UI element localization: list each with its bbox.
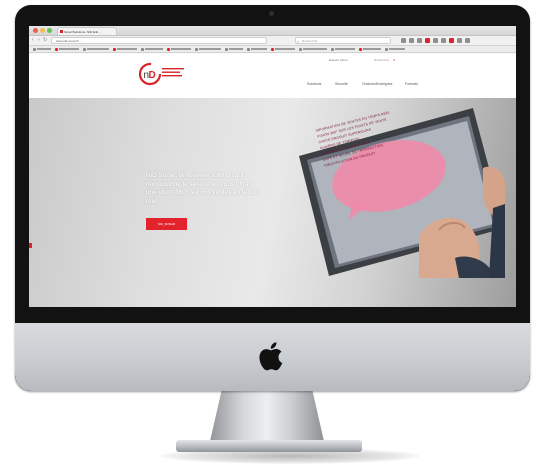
- screen: Sonar/Solutions- NiD Enh... ‹ › ↻ www.ni…: [29, 26, 516, 307]
- extension-icon[interactable]: [425, 38, 430, 43]
- search-icon[interactable]: ⌕: [393, 57, 395, 62]
- forward-icon[interactable]: ›: [38, 37, 40, 44]
- browser-search-field[interactable]: ⌕ Rechercher: [295, 37, 391, 44]
- browser-toolbar: ‹ › ↻ www.nid-sonar.fr/... ⌕ Rechercher: [29, 36, 516, 46]
- camera-dot: [269, 11, 274, 16]
- bookmark-item[interactable]: [55, 46, 79, 52]
- bookmark-item[interactable]: [271, 46, 295, 52]
- monitor-stand-foot: [176, 440, 362, 452]
- bookmark-item[interactable]: [83, 46, 109, 52]
- favicon-icon: [60, 30, 63, 33]
- svg-text:D: D: [149, 70, 156, 81]
- bookmark-item[interactable]: [225, 46, 243, 52]
- bookmark-item[interactable]: [195, 46, 221, 52]
- apple-logo-icon: [259, 342, 283, 371]
- extension-icon[interactable]: [441, 38, 446, 43]
- nid-logo[interactable]: n D: [139, 61, 219, 87]
- nav-item-solutions[interactable]: Solutions: [307, 82, 321, 86]
- back-icon[interactable]: ‹: [32, 37, 34, 44]
- bookmark-item[interactable]: [385, 46, 405, 52]
- scroll-marker: [29, 243, 32, 248]
- bookmark-item[interactable]: [141, 46, 163, 52]
- minimize-window-button[interactable]: [40, 28, 45, 33]
- toolbar-extension-icons: [401, 38, 513, 43]
- hero-cta-button[interactable]: NiD_SONAR: [146, 218, 187, 230]
- browser-tab[interactable]: Sonar/Solutions- NiD Enh...: [57, 27, 117, 35]
- address-bar[interactable]: www.nid-sonar.fr/...: [51, 37, 267, 44]
- search-placeholder: Rechercher: [302, 39, 318, 43]
- bookmarks-bar: [29, 46, 516, 53]
- extension-icon[interactable]: [417, 38, 422, 43]
- tab-title: Sonar/Solutions- NiD Enh...: [64, 30, 101, 34]
- bookmark-item[interactable]: [331, 46, 355, 52]
- bookmark-item[interactable]: [113, 46, 137, 52]
- nav-item-formats[interactable]: Formats: [405, 82, 418, 86]
- maximize-window-button[interactable]: [47, 28, 52, 33]
- browser-tab-bar: Sonar/Solutions- NiD Enh...: [29, 26, 516, 36]
- close-window-button[interactable]: [33, 28, 38, 33]
- site-header: n D Espace Client Rechercher ⌕ Solutions…: [29, 54, 516, 98]
- bookmark-item[interactable]: [299, 46, 327, 52]
- nav-item-securite[interactable]: Sécurité: [335, 82, 348, 86]
- extension-icon[interactable]: [457, 38, 462, 43]
- search-link[interactable]: Rechercher: [374, 58, 390, 62]
- extension-icon[interactable]: [401, 38, 406, 43]
- menu-icon[interactable]: [465, 38, 470, 43]
- bookmark-item[interactable]: [167, 46, 191, 52]
- nav-item-chaines[interactable]: Chaînes/Enseignes: [362, 82, 392, 86]
- extension-icon[interactable]: [409, 38, 414, 43]
- imac-monitor: Sonar/Solutions- NiD Enh... ‹ › ↻ www.ni…: [15, 5, 530, 391]
- monitor-chin: [15, 323, 530, 391]
- search-icon: ⌕: [297, 39, 300, 44]
- hero-banner: Information de ventes en temps réel Visi…: [29, 98, 516, 307]
- reload-icon[interactable]: ↻: [43, 37, 47, 44]
- bookmark-item[interactable]: [247, 46, 267, 52]
- extension-icon[interactable]: [433, 38, 438, 43]
- bookmark-item[interactable]: [33, 46, 51, 52]
- client-area-link[interactable]: Espace Client: [329, 58, 348, 62]
- hero-headline: NiD Sonar, la nouvelle solution qui révo…: [146, 172, 260, 205]
- bookmark-item[interactable]: [359, 46, 381, 52]
- extension-icon[interactable]: [449, 38, 454, 43]
